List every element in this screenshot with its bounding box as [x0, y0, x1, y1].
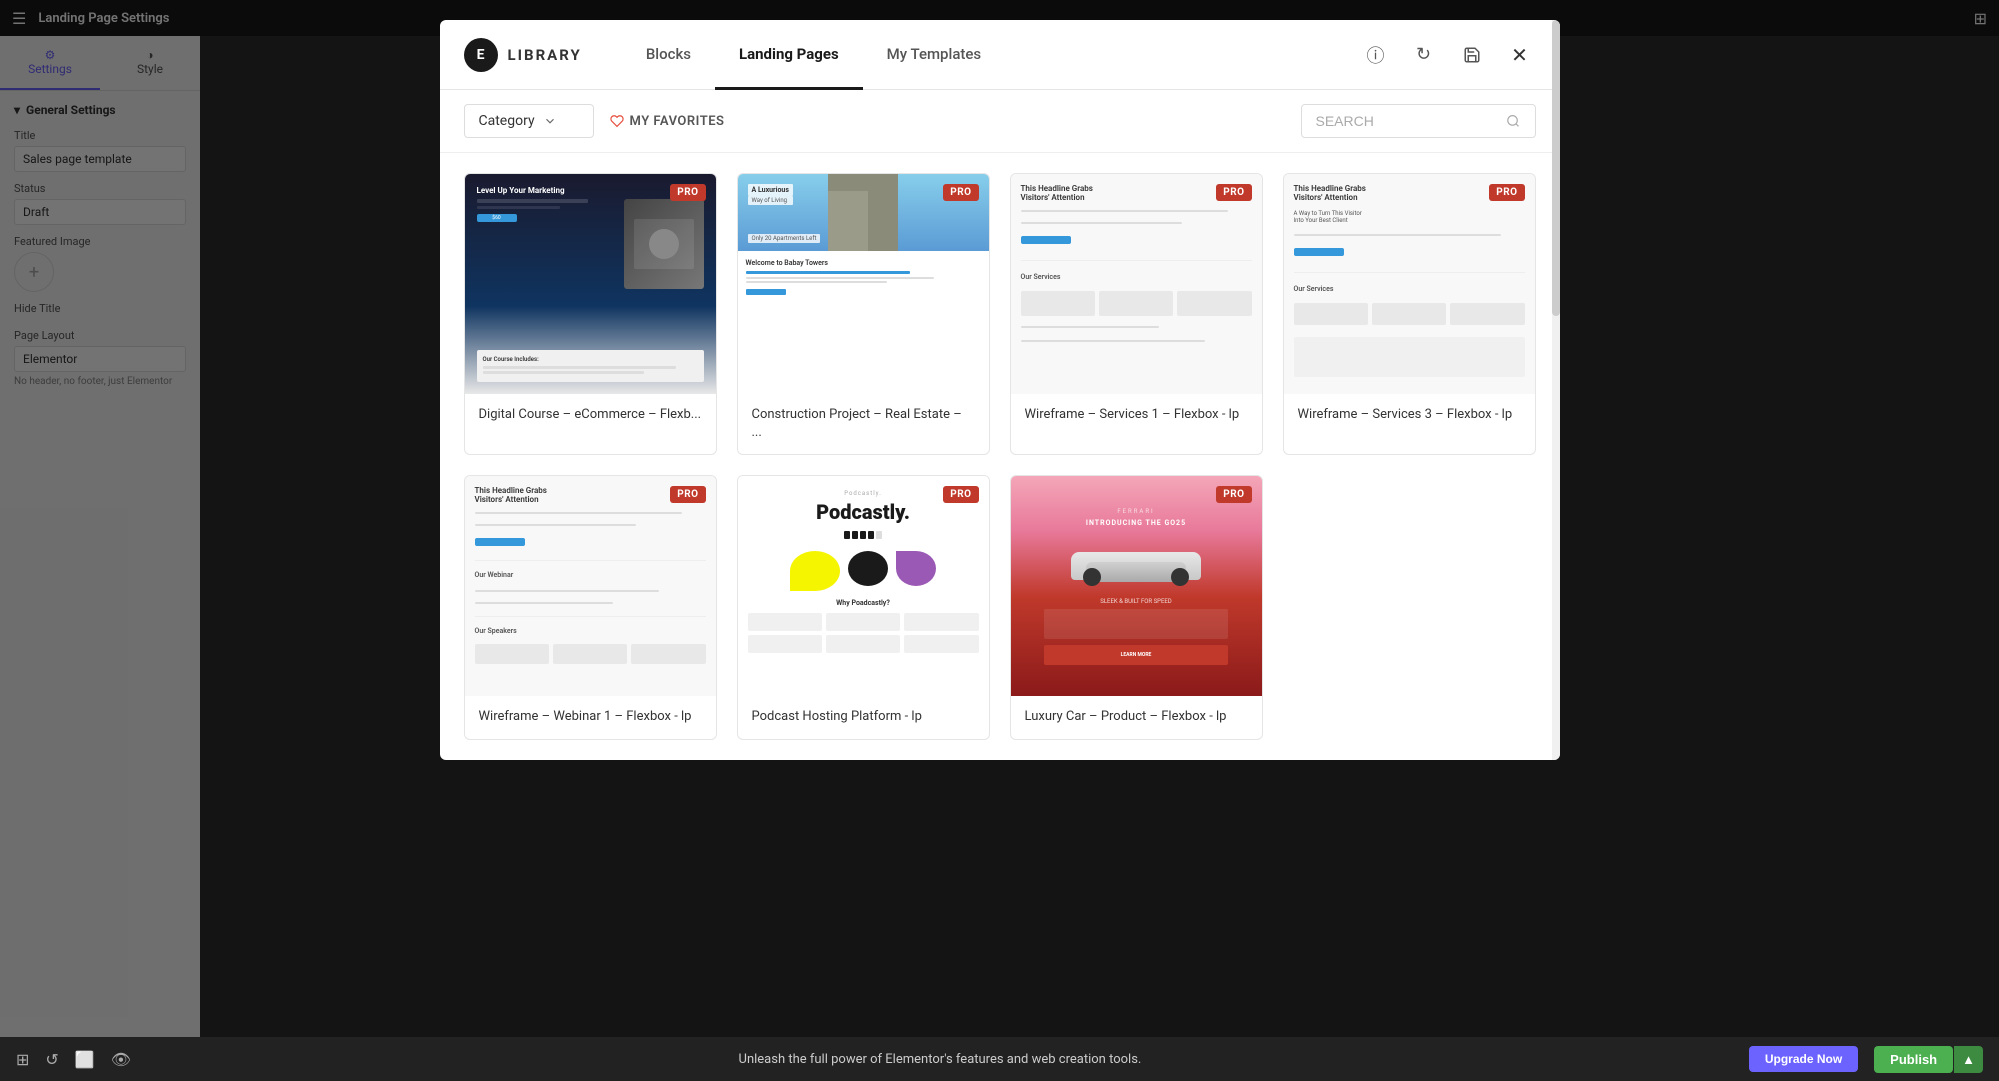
- promo-text: Unleash the full power of Elementor's fe…: [147, 1052, 1733, 1067]
- publish-dropdown-button[interactable]: ▲: [1954, 1046, 1983, 1073]
- template-label: Construction Project – Real Estate – ...: [738, 394, 989, 454]
- eye-icon[interactable]: 👁: [111, 1050, 131, 1069]
- modal-tabs: Blocks Landing Pages My Templates: [622, 20, 1360, 89]
- template-label: Digital Course – eCommerce – Flexb...: [465, 394, 716, 436]
- library-modal: E LIBRARY Blocks Landing Pages My Templa…: [440, 20, 1560, 760]
- template-thumbnail: PRO Podcastly. Podcastly.: [738, 476, 989, 696]
- template-thumbnail: PRO This Headline GrabsVisitors' Attenti…: [1284, 174, 1535, 394]
- template-card[interactable]: PRO FERRARI INTRODUCING THE GO25 SLEEK &…: [1010, 475, 1263, 739]
- filter-bar: Category MY FAVORITES: [440, 90, 1560, 153]
- history-icon[interactable]: ↺: [45, 1050, 58, 1069]
- library-logo-icon: E: [464, 38, 498, 72]
- template-thumbnail: PRO Level Up Your Marketing $60: [465, 174, 716, 394]
- template-card[interactable]: PRO A Luxurious Way of Living Only 20 Ap: [737, 173, 990, 455]
- bottom-bar: ⊞ ↺ ⬜ 👁 Unleash the full power of Elemen…: [0, 1037, 1999, 1081]
- search-bar: [1301, 104, 1536, 138]
- tab-blocks[interactable]: Blocks: [622, 20, 715, 90]
- heart-icon: [610, 114, 624, 128]
- search-icon: [1506, 113, 1520, 129]
- info-button[interactable]: ⓘ: [1360, 39, 1392, 71]
- save-button[interactable]: [1456, 39, 1488, 71]
- library-logo-text: LIBRARY: [508, 46, 582, 64]
- template-card[interactable]: PRO This Headline GrabsVisitors' Attenti…: [1010, 173, 1263, 455]
- template-card[interactable]: PRO This Headline GrabsVisitors' Attenti…: [1283, 173, 1536, 455]
- pro-badge: PRO: [1216, 184, 1251, 201]
- template-label: Wireframe – Services 3 – Flexbox - lp: [1284, 394, 1535, 436]
- close-button[interactable]: ✕: [1504, 39, 1536, 71]
- template-thumbnail: PRO This Headline GrabsVisitors' Attenti…: [1011, 174, 1262, 394]
- template-card[interactable]: PRO Podcastly. Podcastly.: [737, 475, 990, 739]
- pro-badge: PRO: [943, 184, 978, 201]
- layers-icon[interactable]: ⊞: [16, 1050, 29, 1069]
- chevron-down-icon: [543, 114, 557, 128]
- tab-my-templates[interactable]: My Templates: [863, 20, 1005, 90]
- template-card[interactable]: PRO Level Up Your Marketing $60: [464, 173, 717, 455]
- templates-grid: PRO Level Up Your Marketing $60: [440, 153, 1560, 760]
- responsive-icon[interactable]: ⬜: [75, 1050, 95, 1069]
- upgrade-button[interactable]: Upgrade Now: [1749, 1046, 1858, 1072]
- template-label: Luxury Car – Product – Flexbox - lp: [1011, 696, 1262, 738]
- modal-scrollbar-thumb[interactable]: [1552, 20, 1560, 316]
- publish-button[interactable]: Publish: [1874, 1046, 1953, 1073]
- template-thumbnail: PRO FERRARI INTRODUCING THE GO25 SLEEK &…: [1011, 476, 1262, 696]
- template-label: Wireframe – Webinar 1 – Flexbox - lp: [465, 696, 716, 738]
- tab-landing-pages[interactable]: Landing Pages: [715, 20, 863, 90]
- pro-badge: PRO: [1489, 184, 1524, 201]
- modal-header-actions: ⓘ ↻ ✕: [1360, 39, 1536, 71]
- modal-header: E LIBRARY Blocks Landing Pages My Templa…: [440, 20, 1560, 90]
- pro-badge: PRO: [670, 184, 705, 201]
- pro-badge: PRO: [943, 486, 978, 503]
- search-input[interactable]: [1316, 113, 1499, 129]
- template-thumbnail: PRO A Luxurious Way of Living Only 20 Ap: [738, 174, 989, 394]
- pro-badge: PRO: [1216, 486, 1251, 503]
- template-label: Wireframe – Services 1 – Flexbox - lp: [1011, 394, 1262, 436]
- library-logo: E LIBRARY: [464, 38, 582, 72]
- refresh-button[interactable]: ↻: [1408, 39, 1440, 71]
- template-label: Podcast Hosting Platform - lp: [738, 696, 989, 738]
- favorites-button[interactable]: MY FAVORITES: [610, 114, 725, 129]
- category-dropdown[interactable]: Category: [464, 104, 594, 138]
- pro-badge: PRO: [670, 486, 705, 503]
- template-thumbnail: PRO This Headline GrabsVisitors' Attenti…: [465, 476, 716, 696]
- template-card[interactable]: PRO This Headline GrabsVisitors' Attenti…: [464, 475, 717, 739]
- modal-overlay: E LIBRARY Blocks Landing Pages My Templa…: [0, 0, 1999, 1081]
- modal-scrollbar-track: [1552, 20, 1560, 760]
